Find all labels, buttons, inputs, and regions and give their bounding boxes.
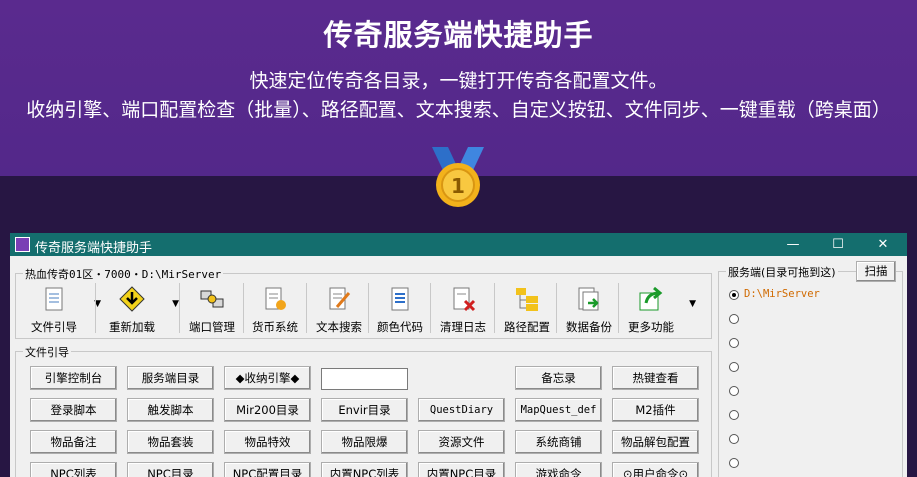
app-window: 传奇服务端快捷助手 — ☐ ✕ 热血传奇01区・7000・D:\MirServe… xyxy=(10,233,907,477)
toolbar-currency-doc-button[interactable]: 货币系统 xyxy=(246,281,304,335)
server-group-label: 服务端(目录可拖到这) xyxy=(726,264,838,280)
file-button[interactable]: NPC配置目录 xyxy=(224,462,311,477)
currency-doc-icon xyxy=(261,285,289,313)
backup-icon xyxy=(575,285,603,313)
file-button[interactable]: 触发脚本 xyxy=(127,398,214,422)
toolbar-group-label: 热血传奇01区・7000・D:\MirServer xyxy=(23,266,224,282)
toolbar-label: 数据备份 xyxy=(566,320,612,334)
file-button[interactable]: 资源文件 xyxy=(418,430,505,454)
toolbar-separator xyxy=(179,283,180,333)
toolbar-separator xyxy=(368,283,369,333)
color-doc-icon xyxy=(386,285,414,313)
toolbar-separator xyxy=(494,283,495,333)
file-button[interactable]: 备忘录 xyxy=(515,366,602,390)
server-radio[interactable] xyxy=(729,458,739,468)
toolbar-folder-tree-button[interactable]: 路径配置 xyxy=(498,281,556,335)
server-radio[interactable] xyxy=(729,314,739,324)
toolbar-label: 更多功能 xyxy=(628,320,674,334)
server-radio[interactable] xyxy=(729,362,739,372)
file-button[interactable]: 内置NPC目录 xyxy=(418,462,505,477)
edit-doc-icon xyxy=(325,285,353,313)
file-group-label: 文件引导 xyxy=(23,344,71,360)
close-button[interactable]: ✕ xyxy=(868,235,898,254)
toolbar-separator xyxy=(306,283,307,333)
app-icon xyxy=(15,237,30,252)
chevron-down-icon[interactable]: ▼ xyxy=(172,299,179,309)
file-button[interactable]: ⊙用户命令⊙ xyxy=(612,462,699,477)
toolbar-file-button[interactable]: 文件引导 ▼ xyxy=(23,281,101,335)
toolbar-label: 颜色代码 xyxy=(377,320,423,334)
toolbar-share-arrow-button[interactable]: 更多功能 ▼ xyxy=(622,281,696,335)
toolbar-color-doc-button[interactable]: 颜色代码 xyxy=(372,281,428,335)
toolbar-delete-doc-button[interactable]: 清理日志 xyxy=(434,281,492,335)
window-title: 传奇服务端快捷助手 xyxy=(35,241,153,256)
file-button[interactable]: 物品套装 xyxy=(127,430,214,454)
toolbar-label: 文本搜索 xyxy=(316,320,362,334)
toolbar-separator xyxy=(556,283,557,333)
file-button[interactable]: NPC目录 xyxy=(127,462,214,477)
toolbar-separator xyxy=(243,283,244,333)
svg-text:1: 1 xyxy=(451,174,465,198)
scan-button[interactable]: 扫描 xyxy=(856,261,896,282)
file-button[interactable]: 物品解包配置 xyxy=(612,430,699,454)
minimize-button[interactable]: — xyxy=(778,235,808,254)
file-button[interactable]: M2插件 xyxy=(612,398,699,422)
file-button[interactable]: ◆收纳引擎◆ xyxy=(224,366,311,390)
toolbar-label: 端口管理 xyxy=(189,320,235,334)
file-button[interactable]: 登录脚本 xyxy=(30,398,117,422)
server-radio[interactable] xyxy=(729,410,739,420)
file-button[interactable]: 热键查看 xyxy=(612,366,699,390)
network-port-icon xyxy=(198,285,226,313)
file-button[interactable]: Mir200目录 xyxy=(224,398,311,422)
title-bar[interactable]: 传奇服务端快捷助手 — ☐ ✕ xyxy=(10,233,907,256)
toolbar-label: 路径配置 xyxy=(504,320,550,334)
server-radio[interactable] xyxy=(729,386,739,396)
chevron-down-icon[interactable]: ▼ xyxy=(689,299,696,309)
folder-tree-icon xyxy=(513,285,541,313)
banner-subtitle: 快速定位传奇各目录，一键打开传奇各配置文件。 xyxy=(249,70,668,92)
file-button[interactable]: 物品备注 xyxy=(30,430,117,454)
file-button[interactable]: 服务端目录 xyxy=(127,366,214,390)
search-input[interactable] xyxy=(321,368,408,390)
file-icon xyxy=(40,285,68,313)
file-button[interactable]: 内置NPC列表 xyxy=(321,462,408,477)
server-group xyxy=(718,271,903,477)
file-button[interactable]: Envir目录 xyxy=(321,398,408,422)
file-button[interactable]: 系统商铺 xyxy=(515,430,602,454)
banner-feature-list: 收纳引擎、端口配置检查（批量）、路径配置、文本搜索、自定义按钮、文件同步、一键重… xyxy=(26,99,891,121)
warning-download-icon xyxy=(118,285,146,313)
file-button[interactable]: 游戏命令 xyxy=(515,462,602,477)
toolbar-separator xyxy=(95,283,96,333)
banner-title: 传奇服务端快捷助手 xyxy=(323,18,594,52)
maximize-button[interactable]: ☐ xyxy=(823,235,853,254)
server-radio[interactable] xyxy=(729,290,739,300)
file-button[interactable]: MapQuest_def xyxy=(515,398,602,422)
toolbar-label: 货币系统 xyxy=(252,320,298,334)
toolbar-separator xyxy=(618,283,619,333)
toolbar-separator xyxy=(430,283,431,333)
server-radio[interactable] xyxy=(729,434,739,444)
file-button[interactable]: 引擎控制台 xyxy=(30,366,117,390)
server-radio[interactable] xyxy=(729,338,739,348)
delete-doc-icon xyxy=(449,285,477,313)
medal-icon: 1 xyxy=(432,147,484,207)
toolbar-edit-doc-button[interactable]: 文本搜索 xyxy=(310,281,368,335)
file-button[interactable]: QuestDiary xyxy=(418,398,505,422)
toolbar-warning-download-button[interactable]: 重新加载 ▼ xyxy=(101,281,179,335)
share-arrow-icon xyxy=(637,285,665,313)
toolbar-label: 文件引导 xyxy=(31,320,77,334)
toolbar-label: 清理日志 xyxy=(440,320,486,334)
toolbar-label: 重新加载 xyxy=(109,320,155,334)
file-button[interactable]: 物品特效 xyxy=(224,430,311,454)
toolbar-network-port-button[interactable]: 端口管理 xyxy=(183,281,241,335)
file-button[interactable]: 物品限爆 xyxy=(321,430,408,454)
file-button[interactable]: NPC列表 xyxy=(30,462,117,477)
server-path-label[interactable]: D:\MirServer xyxy=(744,288,820,300)
toolbar-backup-button[interactable]: 数据备份 xyxy=(560,281,618,335)
